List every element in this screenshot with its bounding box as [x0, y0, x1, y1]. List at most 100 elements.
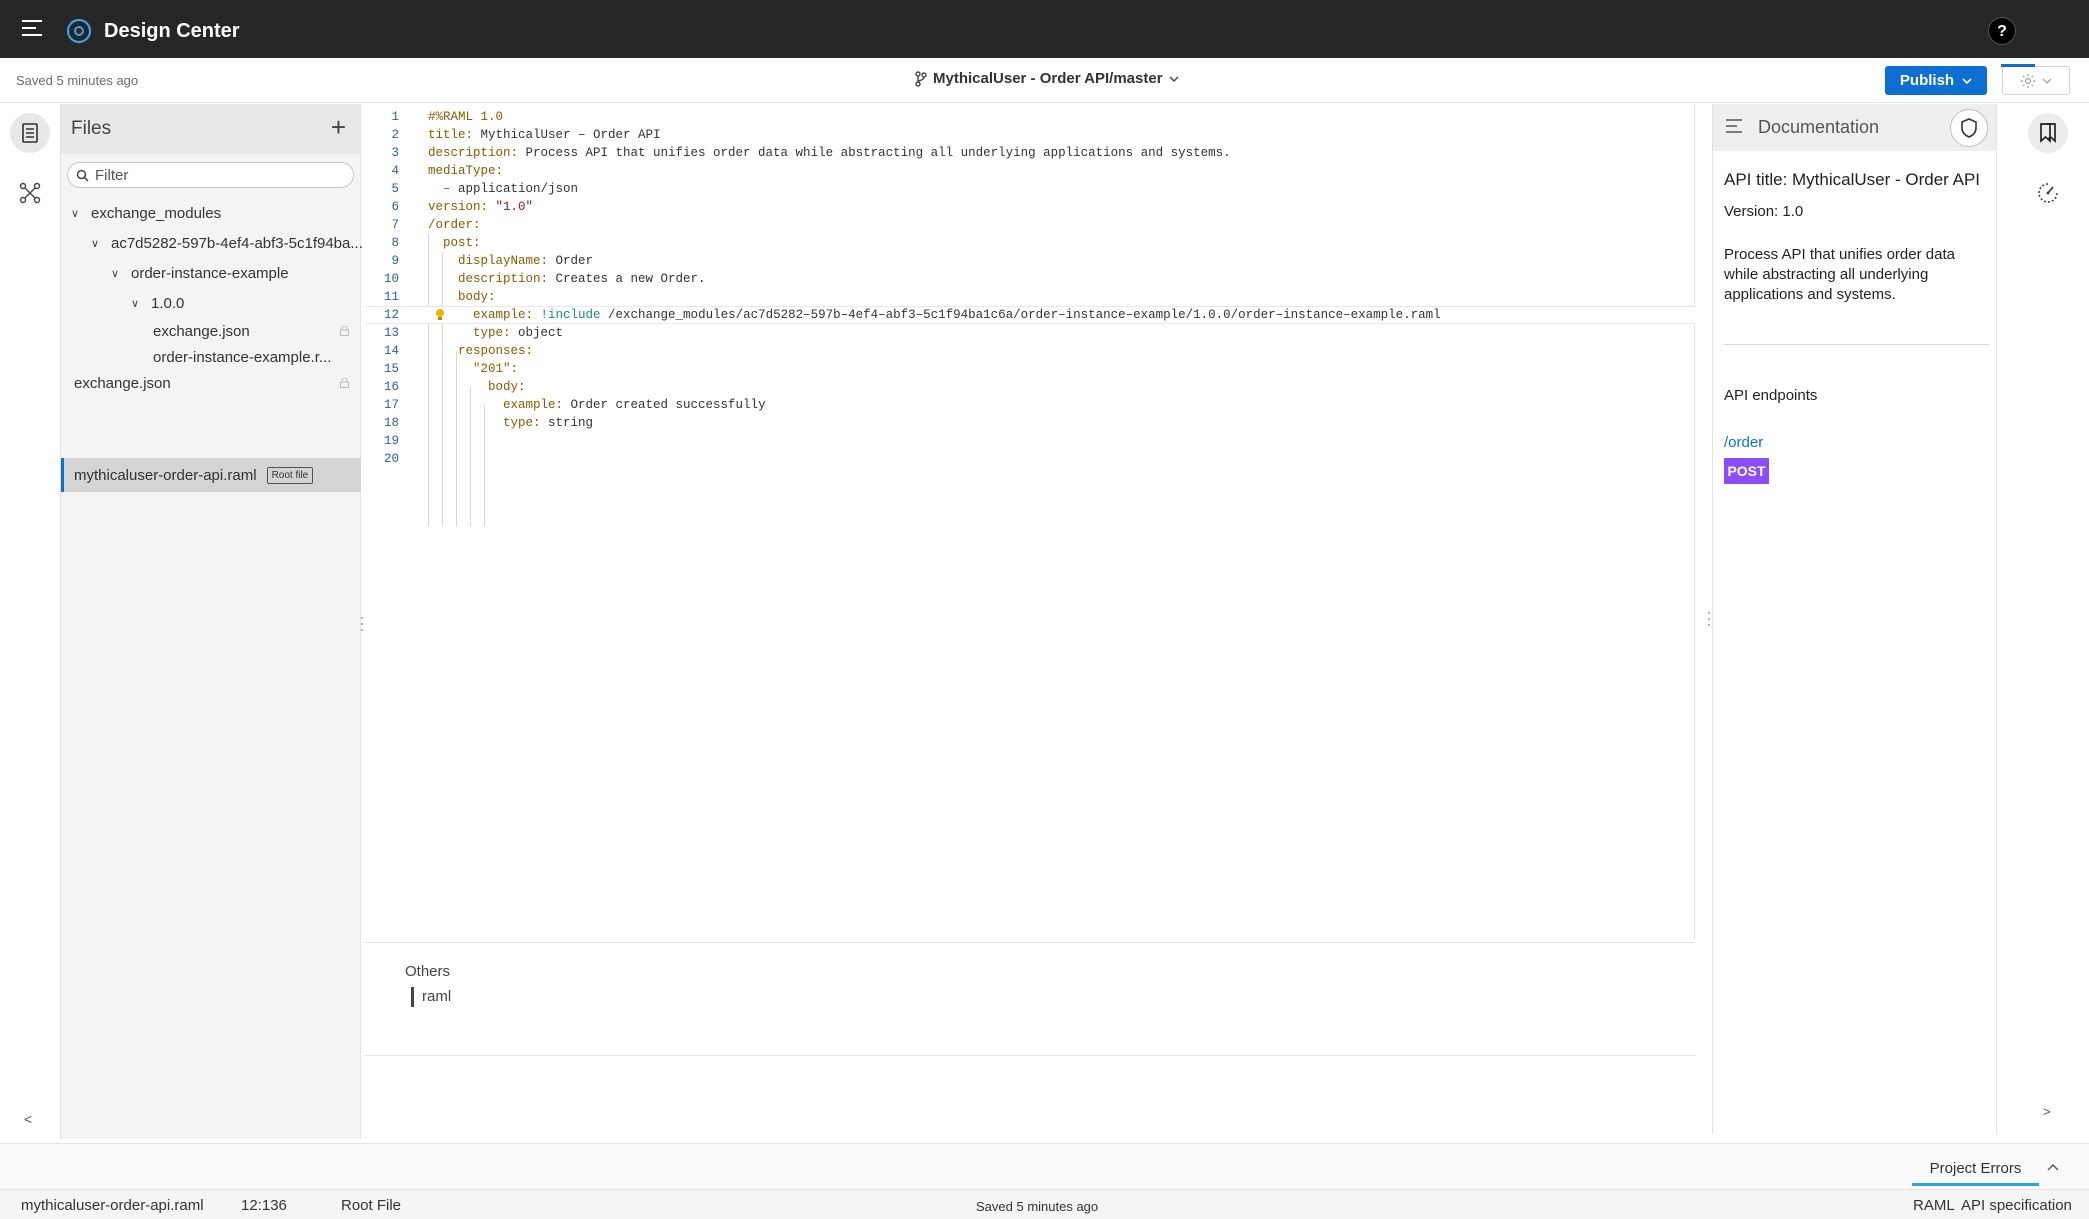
- code-line[interactable]: 16 body:: [365, 378, 1695, 396]
- code-key: responses:: [428, 344, 534, 358]
- publish-button[interactable]: Publish: [1885, 66, 1987, 95]
- documentation-view-button[interactable]: [2028, 113, 2068, 153]
- root-file-badge: Root file: [266, 466, 314, 484]
- tree-item-label: order-instance-example.r...: [153, 348, 332, 366]
- code-line[interactable]: 1 #%RAML 1.0: [365, 108, 1695, 126]
- code-line[interactable]: 9 displayName: Order: [365, 252, 1695, 270]
- code-line[interactable]: 15 "201":: [365, 360, 1695, 378]
- status-saved: Saved 5 minutes ago: [976, 1199, 1099, 1214]
- code-value: MythicalUser – Order API: [473, 128, 661, 142]
- code-line[interactable]: 4 mediaType:: [365, 162, 1695, 180]
- branch-selector[interactable]: MythicalUser - Order API/master: [915, 70, 1179, 87]
- app-title: Design Center: [104, 20, 240, 42]
- code-line[interactable]: 13 type: object: [365, 324, 1695, 342]
- line-number: 20: [383, 452, 399, 466]
- code-key: /order:: [428, 218, 481, 232]
- code-line[interactable]: 17 example: Order created successfully: [365, 396, 1695, 414]
- saved-status: Saved 5 minutes ago: [16, 73, 139, 88]
- line-number: 1: [391, 110, 399, 124]
- sub-header: Saved 5 minutes ago MythicalUser - Order…: [0, 58, 2089, 103]
- collapse-right-button[interactable]: >: [2043, 1104, 2051, 1119]
- code-value: "1.0": [488, 200, 534, 214]
- project-errors-tab[interactable]: Project Errors: [1912, 1160, 2039, 1186]
- publish-label: Publish: [1899, 72, 1955, 89]
- tree-folder-version[interactable]: ∨ 1.0.0: [131, 288, 184, 318]
- status-file-type: Root File: [341, 1197, 402, 1214]
- plus-icon[interactable]: +: [331, 114, 346, 140]
- branch-label: MythicalUser - Order API/master: [933, 70, 1163, 87]
- shield-button[interactable]: [1950, 109, 1988, 147]
- tree-folder-ac7d5282[interactable]: ∨ ac7d5282-597b-4ef4-abf3-5c1f94ba...: [91, 228, 363, 258]
- tree-folder-order-instance-example[interactable]: ∨ order-instance-example: [111, 258, 289, 288]
- tree-item-label: exchange_modules: [91, 204, 222, 222]
- chevron-down-icon: ∨: [111, 267, 120, 280]
- code-line[interactable]: 5 – application/json: [365, 180, 1695, 198]
- code-line[interactable]: 11 body:: [365, 288, 1695, 306]
- code-line[interactable]: 8 post:: [365, 234, 1695, 252]
- endpoint-link-order[interactable]: /order: [1724, 434, 1763, 451]
- code-editor[interactable]: 1 #%RAML 1.0 2 title: MythicalUser – Order …: [365, 104, 1695, 940]
- code-line[interactable]: 6 version: "1.0": [365, 198, 1695, 216]
- code-key: –: [428, 182, 451, 196]
- line-number: 17: [383, 398, 399, 412]
- settings-button[interactable]: [2001, 64, 2070, 95]
- others-item-raml[interactable]: raml: [411, 987, 451, 1007]
- tree-file-exchange-json[interactable]: exchange.json: [74, 368, 361, 398]
- code-text: type: string: [428, 416, 593, 430]
- line-number: 6: [391, 200, 399, 214]
- line-number: 12: [383, 308, 399, 322]
- code-line[interactable]: 7/order:: [365, 216, 1695, 234]
- code-value: Order: [548, 254, 594, 268]
- others-title: Others: [405, 963, 451, 980]
- code-key: displayName:: [428, 254, 549, 268]
- status-file-name: mythicaluser-order-api.raml: [21, 1197, 204, 1214]
- filter-box: [67, 162, 354, 188]
- code-line[interactable]: 19: [365, 432, 1695, 450]
- code-text: displayName: Order: [428, 254, 593, 268]
- code-line[interactable]: 20: [365, 450, 1695, 468]
- status-mode: API specification: [1961, 1197, 2072, 1214]
- top-bar: Design Center ?: [0, 0, 2089, 58]
- tree-item-label: exchange.json: [153, 322, 250, 340]
- others-pane: Others raml: [365, 942, 1695, 1056]
- code-line[interactable]: 10 description: Creates a new Order.: [365, 270, 1695, 288]
- code-line[interactable]: 2 title: MythicalUser – Order API: [365, 126, 1695, 144]
- tree-item-label: ac7d5282-597b-4ef4-abf3-5c1f94ba...: [111, 234, 363, 252]
- divider: [1724, 344, 1989, 345]
- lock-icon: [340, 378, 349, 388]
- code-key: example:: [428, 398, 564, 412]
- dependencies-view-button[interactable]: [10, 173, 50, 213]
- filter-input[interactable]: [95, 166, 335, 184]
- code-value: Order created successfully: [563, 398, 766, 412]
- code-text: body:: [428, 380, 526, 394]
- lightbulb-icon[interactable]: [435, 308, 445, 322]
- tree-file-mythicaluser-order-api-raml[interactable]: mythicaluser-order-api.raml Root file: [74, 460, 314, 490]
- chevron-down-icon: [1962, 77, 1972, 84]
- menu-icon[interactable]: [22, 20, 44, 38]
- files-view-button[interactable]: [10, 113, 50, 153]
- method-badge-post[interactable]: POST: [1724, 458, 1769, 484]
- code-line[interactable]: 3 description: Process API that unifies o…: [365, 144, 1695, 162]
- line-number: 13: [383, 326, 399, 340]
- code-text: example: Order created successfully: [428, 398, 766, 412]
- code-key: title:: [428, 128, 474, 142]
- code-text: /order:: [428, 218, 481, 232]
- code-text: responses:: [428, 344, 533, 358]
- code-text: description: Creates a new Order.: [428, 272, 706, 286]
- status-bar: mythicaluser-order-api.raml 12:136 Root …: [0, 1189, 2089, 1219]
- line-number: 10: [383, 272, 399, 286]
- line-number: 7: [391, 218, 399, 232]
- code-text: example: !include /exchange_modules/ac7d…: [428, 308, 1441, 322]
- branch-icon: [915, 70, 927, 87]
- code-text: type: object: [428, 326, 563, 340]
- collapse-left-button[interactable]: <: [24, 1111, 32, 1127]
- list-icon[interactable]: [1725, 118, 1743, 134]
- code-line[interactable]: 14 responses:: [365, 342, 1695, 360]
- code-text: version: "1.0": [428, 200, 533, 214]
- code-line[interactable]: 12 example: !include /exchange_modules/a…: [365, 306, 1695, 324]
- code-line[interactable]: 18 type: string: [365, 414, 1695, 432]
- chevron-up-icon[interactable]: [2047, 1162, 2059, 1172]
- help-button[interactable]: ?: [1988, 17, 2016, 45]
- api-console-button[interactable]: [2028, 173, 2068, 213]
- tree-folder-exchange-modules[interactable]: ∨ exchange_modules: [71, 198, 221, 228]
